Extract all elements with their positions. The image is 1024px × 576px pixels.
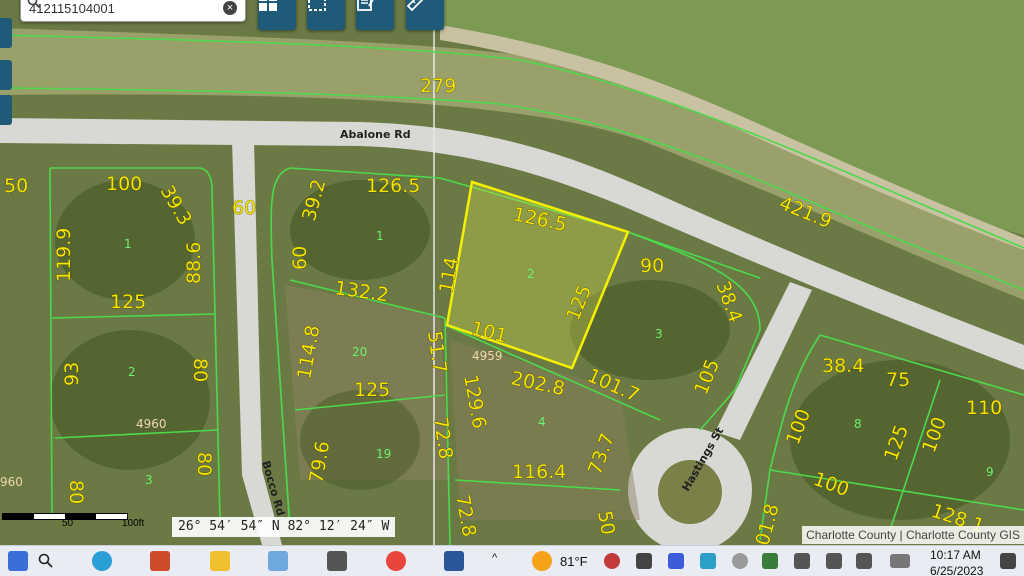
lot-number: 9 [986,465,994,479]
clear-search-icon[interactable]: × [223,1,237,15]
taskbar: ^ 81°F 10:17 AM 6/25/2023 [0,545,1024,576]
lot-number: 19 [376,447,391,461]
map-view[interactable]: Abalone Rd Bocco Rd Hastings St 279 50 1… [0,0,1024,545]
lot-number: 20 [352,345,367,359]
map-attribution: Charlotte County | Charlotte County GIS [802,526,1024,544]
dim-label: 50 [593,509,619,537]
printer-icon[interactable] [327,551,347,571]
scale-label-100: 100ft [122,518,145,529]
dim-label: 80 [193,452,215,476]
home-button[interactable] [0,60,12,90]
edit-doc-icon [357,0,374,11]
tray-app-icon[interactable] [604,553,620,569]
keyboard-icon[interactable] [890,554,910,568]
weather-icon[interactable] [532,551,552,571]
dim-label: 279 [420,75,456,97]
dim-label: 93 [61,362,83,386]
scale-label-50: 50 [62,518,74,529]
chrome-icon[interactable] [386,551,406,571]
search-icon[interactable] [27,0,41,9]
measure-button[interactable] [406,0,444,30]
notifications-icon[interactable] [1000,553,1016,569]
grid-button[interactable] [258,0,296,30]
grid-icon [259,0,277,11]
clock-date[interactable]: 6/25/2023 [930,564,983,576]
store-icon[interactable] [150,551,170,571]
parcel-search[interactable]: 412115104001 × [20,0,246,22]
lot-number: 2 [527,267,535,281]
measure-icon [406,0,424,12]
weather-temp[interactable]: 81°F [560,554,588,569]
tray-app-icon[interactable] [668,553,684,569]
word-icon[interactable] [444,551,464,571]
folder-icon[interactable] [210,551,230,571]
lot-number: 8 [854,417,862,431]
dim-label: 960 [0,475,23,489]
edit-button[interactable] [356,0,394,30]
volume-icon[interactable] [856,553,872,569]
show-hidden-icon[interactable]: ^ [492,552,497,564]
lot-number: 4 [538,415,546,429]
dim-label: 110 [966,397,1002,419]
dim-label: 125 [354,379,390,401]
search-input[interactable]: 412115104001 [29,1,223,16]
dim-label: 88.6 [183,242,205,284]
edge-icon[interactable] [92,551,112,571]
dim-label: 116.4 [512,461,566,483]
dim-label: 119.9 [53,228,75,282]
parcel-block-number: 4960 [136,417,167,431]
tray-app-icon[interactable] [700,553,716,569]
dim-label: 125 [110,291,146,313]
dim-label: 80 [65,480,87,504]
dim-label: 100 [106,173,142,195]
search-icon[interactable] [38,553,54,569]
dim-label: 75 [886,369,910,391]
tree-cluster [50,330,210,470]
dim-label: 38.4 [822,355,864,377]
dim-label: 50 [4,175,28,197]
dim-label: 126.5 [366,175,420,197]
clock-time[interactable]: 10:17 AM [930,548,981,562]
locate-button[interactable] [0,95,12,125]
start-icon[interactable] [8,551,28,571]
tray-app-icon[interactable] [794,553,810,569]
lot-number: 1 [376,229,384,243]
scale-bar: 50 100ft [0,509,160,535]
select-box-icon [308,0,326,11]
onedrive-icon[interactable] [732,553,748,569]
lot-number: 3 [145,473,153,487]
dim-label: 80 [189,358,211,382]
select-box-button[interactable] [307,0,345,30]
dim-label: 90 [640,255,664,277]
photos-icon[interactable] [268,551,288,571]
security-icon[interactable] [762,553,778,569]
map-canvas[interactable]: Abalone Rd Bocco Rd Hastings St 279 50 1… [0,0,1024,545]
dim-label: 60 [289,246,311,270]
road-label-abalone: Abalone Rd [340,128,411,141]
side-panel-button[interactable] [0,18,12,48]
lot-number: 2 [128,365,136,379]
lot-number: 1 [124,237,132,251]
tray-app-icon[interactable] [636,553,652,569]
wifi-icon[interactable] [826,553,842,569]
parcel-block-number: 4959 [472,349,503,363]
lot-number: 3 [655,327,663,341]
coordinate-readout: 26° 54′ 54″ N 82° 12′ 24″ W [172,517,396,537]
dim-label: 60 [232,197,256,219]
